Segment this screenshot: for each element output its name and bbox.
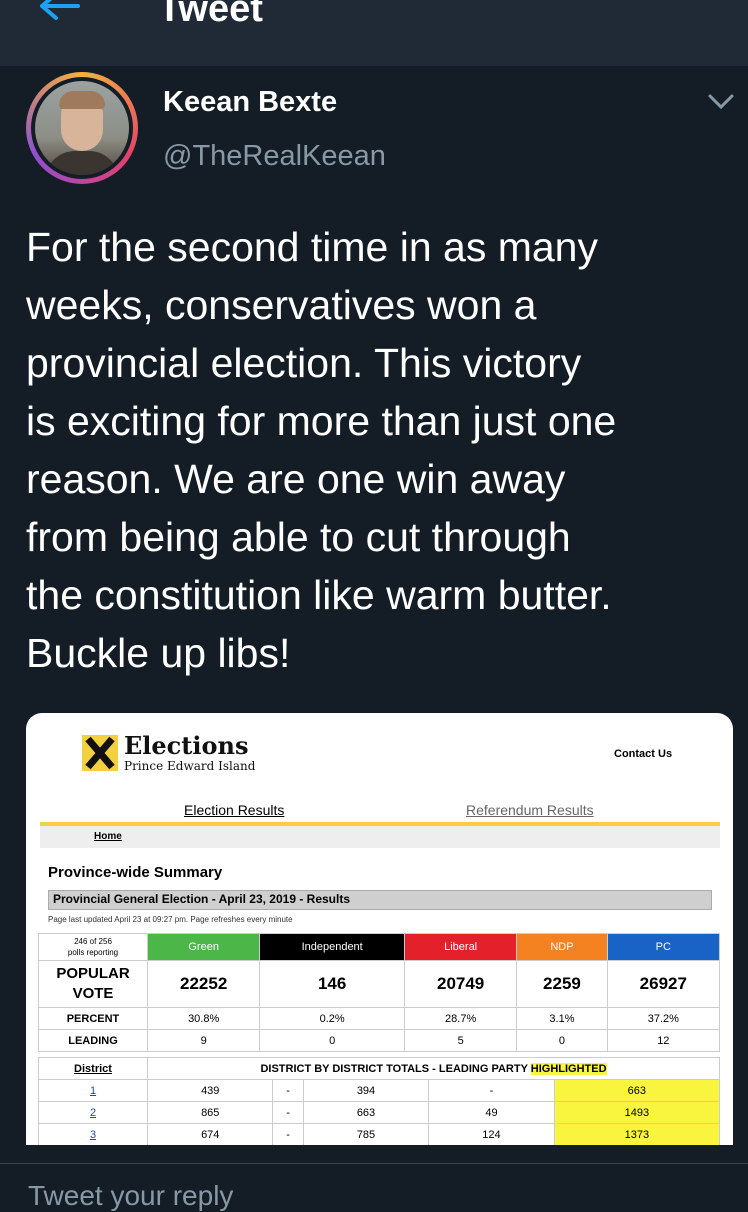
arrow-left-icon[interactable]: [38, 0, 82, 30]
top-bar: Tweet: [0, 0, 748, 66]
election-results-link: Election Results: [184, 802, 285, 818]
election-header: Provincial General Election - April 23, …: [53, 892, 350, 906]
polls-reporting: 246 of 256 polls reporting: [38, 933, 148, 961]
highlighted-label: HIGHLIGHTED: [530, 1062, 607, 1075]
reply-input[interactable]: Tweet your reply: [28, 1180, 233, 1212]
leading-value: 12: [606, 1029, 721, 1052]
cell: -: [272, 1079, 304, 1102]
tweet-image[interactable]: Elections Prince Edward Island Contact U…: [26, 713, 733, 1145]
cell: 865: [146, 1101, 274, 1124]
percent-value: 30.8%: [146, 1007, 261, 1030]
vote-value: 2259: [516, 960, 608, 1008]
percent-row: PERCENT 30.8% 0.2% 28.7% 3.1% 37.2%: [38, 1007, 721, 1030]
elections-logo-icon: [82, 735, 118, 771]
cell: -: [428, 1079, 555, 1102]
table-row: 3 674 - 785 124 1373: [38, 1123, 721, 1145]
logo-subtitle: Prince Edward Island: [124, 759, 256, 773]
cell: 674: [146, 1123, 274, 1145]
table-row: 1 439 - 394 - 663: [38, 1079, 721, 1102]
updated-note: Page last updated April 23 at 09:27 pm. …: [48, 915, 293, 924]
leading-value: 9: [146, 1029, 261, 1052]
cell: 124: [428, 1123, 555, 1145]
district-table: District DISTRICT BY DISTRICT TOTALS - L…: [38, 1057, 721, 1145]
profile-photo: [35, 81, 129, 175]
logo-title: Elections: [124, 731, 249, 760]
cell: 439: [146, 1079, 274, 1102]
author-name[interactable]: Keean Bexte: [163, 86, 337, 119]
vote-value: 22252: [146, 960, 261, 1008]
popular-vote-row: POPULAR VOTE 22252 146 20749 2259 26927: [38, 960, 721, 1008]
district-header: District: [38, 1057, 148, 1080]
divider: [0, 1163, 748, 1164]
district-link: 1: [38, 1079, 148, 1102]
vote-value: 146: [259, 960, 405, 1008]
leading-value: 0: [259, 1029, 405, 1052]
cell: 785: [302, 1123, 430, 1145]
party-header-row: 246 of 256 polls reporting Green Independ…: [38, 933, 721, 961]
percent-value: 28.7%: [403, 1007, 518, 1030]
percent-value: 37.2%: [606, 1007, 721, 1030]
cell: 663: [302, 1101, 430, 1124]
district-link: 3: [38, 1123, 148, 1145]
avatar[interactable]: [26, 72, 138, 184]
percent-value: 3.1%: [516, 1007, 608, 1030]
cell-leading: 663: [553, 1079, 721, 1102]
cell: -: [272, 1123, 304, 1145]
leading-row: LEADING 9 0 5 0 12: [38, 1029, 721, 1052]
district-title: DISTRICT BY DISTRICT TOTALS - LEADING PA…: [147, 1057, 720, 1080]
results-table: 246 of 256 polls reporting Green Independ…: [38, 933, 721, 1052]
percent-value: 0.2%: [259, 1007, 405, 1030]
district-header-row: District DISTRICT BY DISTRICT TOTALS - L…: [38, 1057, 720, 1080]
vote-value: 20749: [403, 960, 518, 1008]
leading-label: LEADING: [38, 1029, 148, 1052]
district-link: 2: [38, 1101, 148, 1124]
cell-leading: 1493: [553, 1101, 721, 1124]
tweet-text: For the second time in as many weeks, co…: [26, 224, 617, 676]
breadcrumb-bar: [40, 825, 720, 848]
cell-leading: 1373: [553, 1123, 721, 1145]
page-title: Tweet: [158, 0, 263, 30]
cell: 49: [428, 1101, 555, 1124]
summary-title: Province-wide Summary: [48, 864, 223, 881]
party-independent: Independent: [259, 933, 405, 961]
author-handle[interactable]: @TheRealKeean: [163, 140, 386, 173]
contact-link: Contact Us: [614, 748, 673, 760]
popular-vote-label: POPULAR VOTE: [38, 960, 148, 1008]
cell: 394: [302, 1079, 430, 1102]
party-liberal: Liberal: [403, 933, 518, 961]
cell: -: [272, 1101, 304, 1124]
referendum-results-link: Referendum Results: [466, 802, 594, 818]
vote-value: 26927: [606, 960, 721, 1008]
leading-value: 0: [516, 1029, 608, 1052]
party-pc: PC: [606, 933, 721, 961]
party-green: Green: [146, 933, 261, 961]
chevron-down-icon[interactable]: [706, 92, 736, 112]
leading-value: 5: [403, 1029, 518, 1052]
table-row: 2 865 - 663 49 1493: [38, 1101, 721, 1124]
home-link: Home: [94, 831, 122, 842]
party-ndp: NDP: [516, 933, 608, 961]
percent-label: PERCENT: [38, 1007, 148, 1030]
